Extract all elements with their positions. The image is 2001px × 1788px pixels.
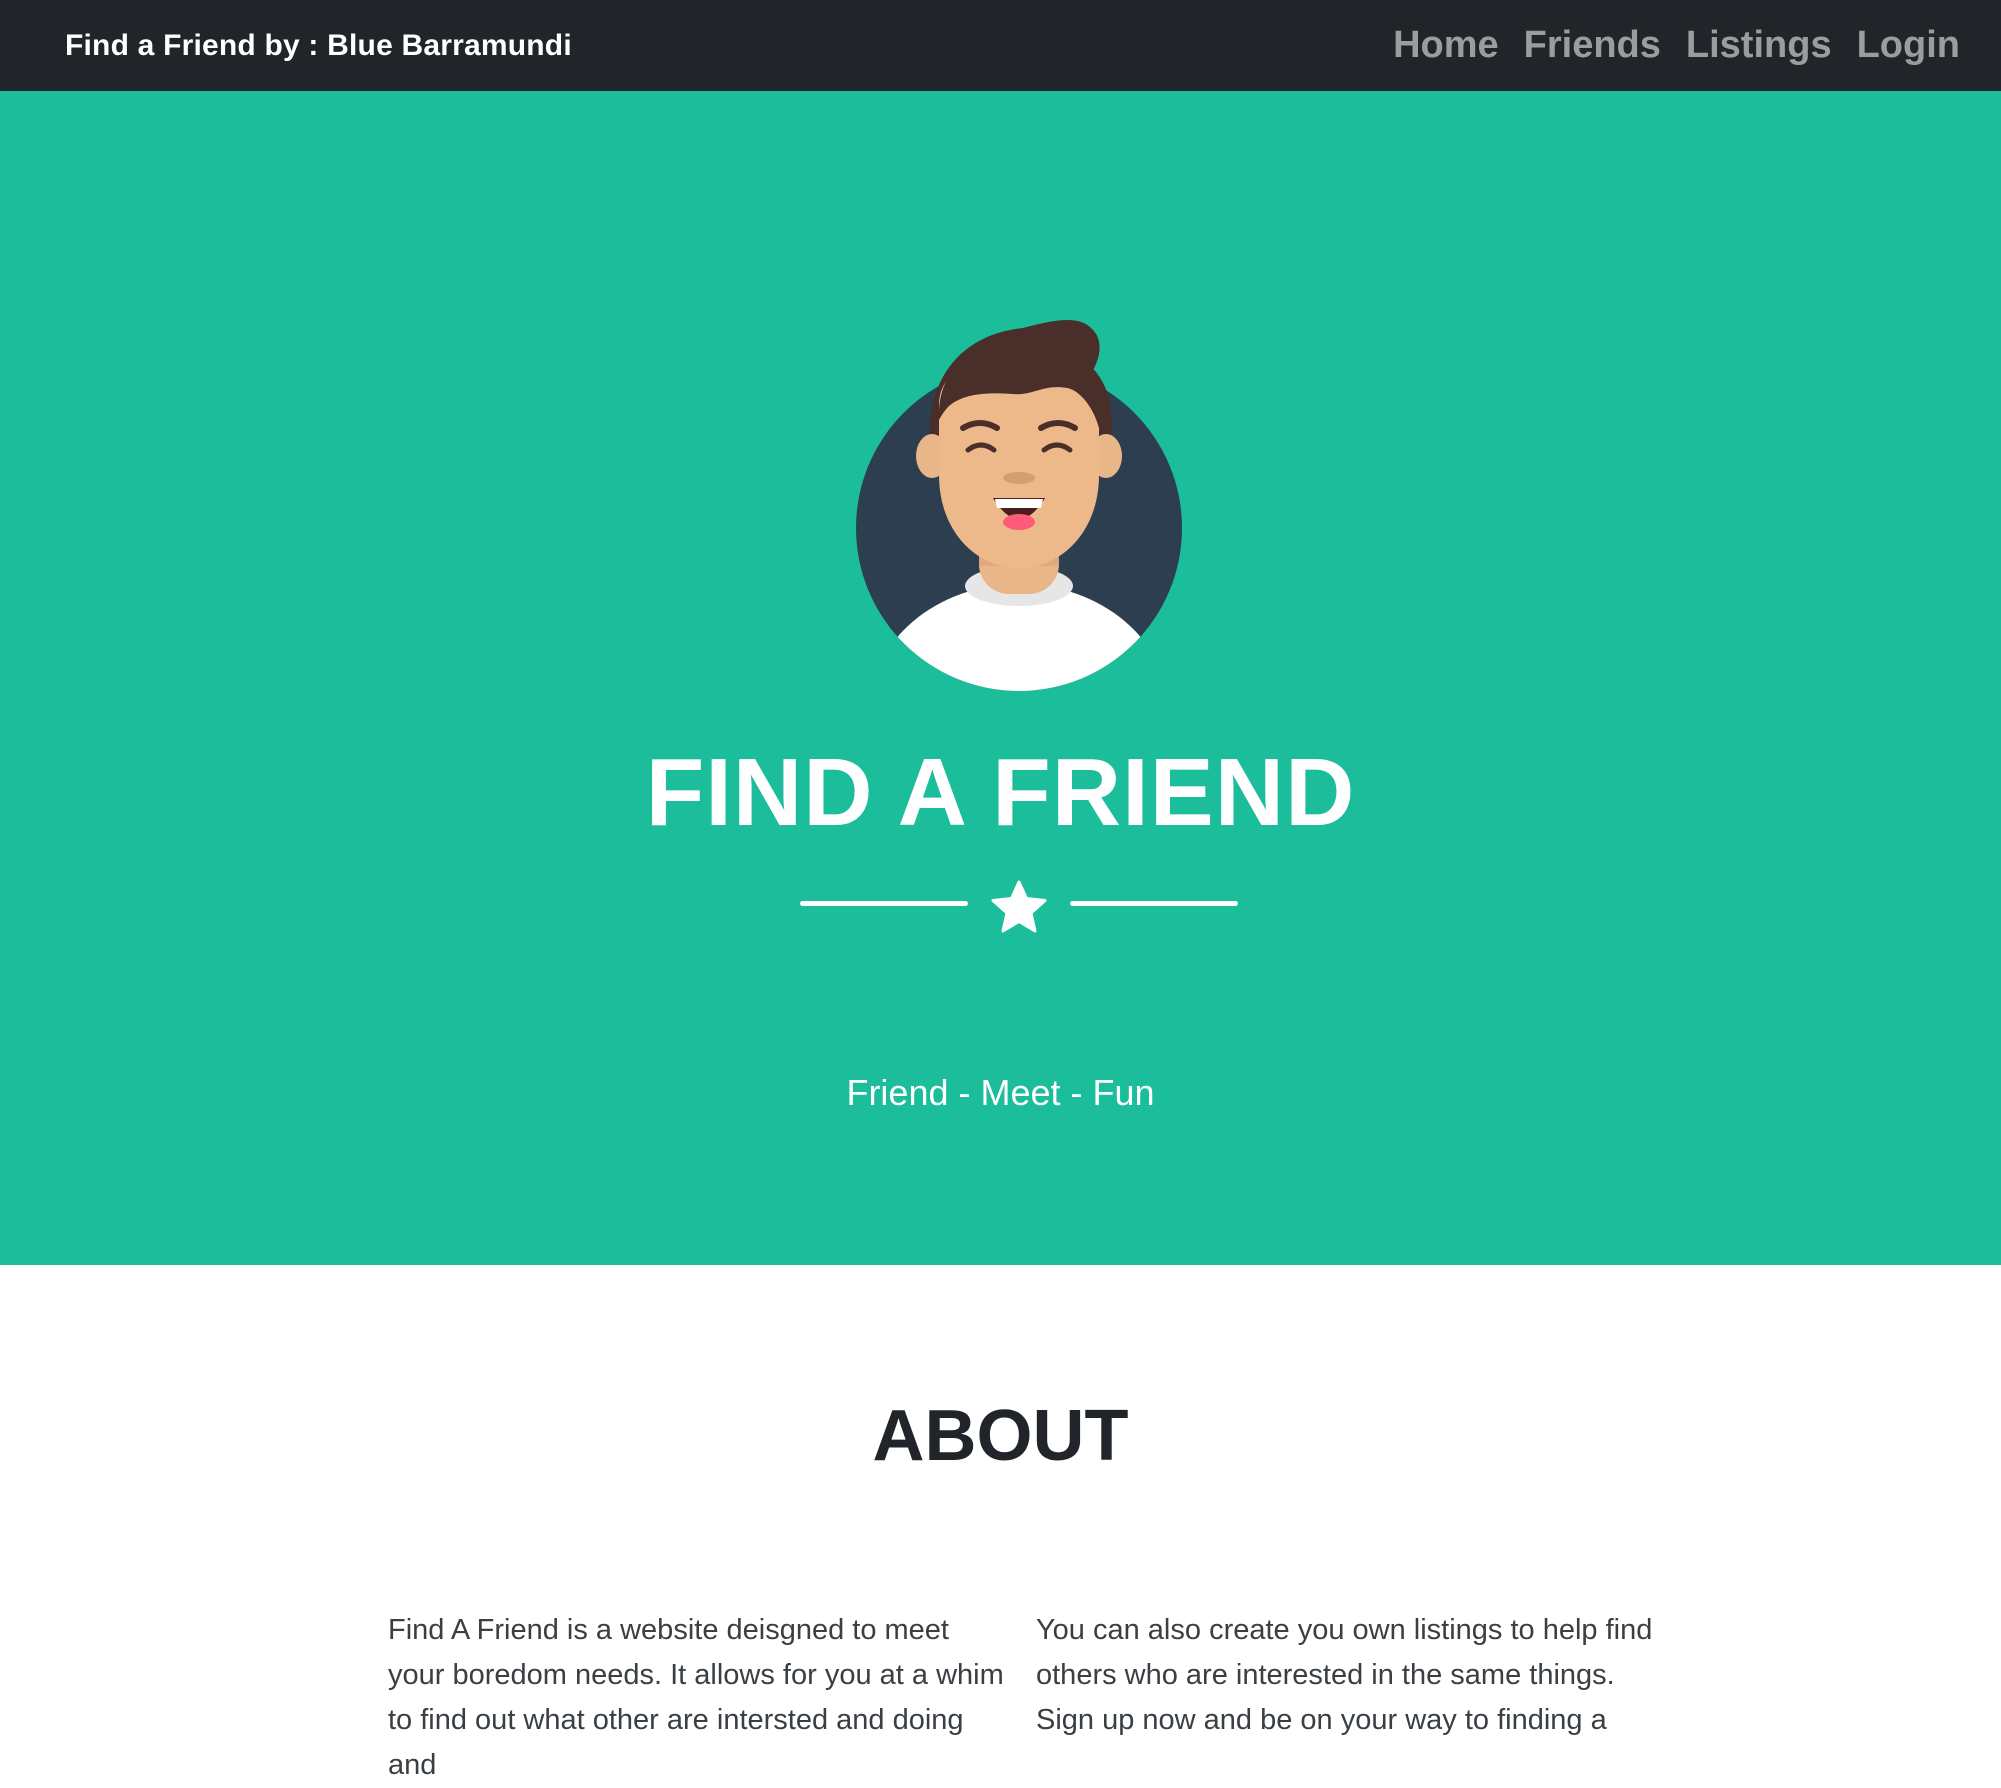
- nav-link-friends[interactable]: Friends: [1524, 24, 1661, 67]
- top-navbar: Find a Friend by : Blue Barramundi Home …: [0, 0, 2001, 91]
- hero-tagline: Friend - Meet - Fun: [846, 1072, 1155, 1113]
- brand-link[interactable]: Find a Friend by : Blue Barramundi: [65, 29, 572, 63]
- nav-links: Home Friends Listings Login: [1393, 24, 1960, 67]
- nav-link-login[interactable]: Login: [1857, 24, 1960, 67]
- divider-line-left: [800, 901, 968, 906]
- smiling-man-avatar-icon: [856, 320, 1182, 691]
- about-text-right: You can also create you own listings to …: [1036, 1614, 1653, 1736]
- nav-link-listings[interactable]: Listings: [1686, 24, 1832, 67]
- hero-title: FIND A FRIEND: [645, 739, 1356, 846]
- star-icon: [991, 880, 1047, 933]
- about-title: ABOUT: [872, 1396, 1129, 1476]
- about-text-left: Find A Friend is a website deisgned to m…: [388, 1614, 1004, 1781]
- nav-link-home[interactable]: Home: [1393, 24, 1499, 67]
- divider-line-right: [1070, 901, 1238, 906]
